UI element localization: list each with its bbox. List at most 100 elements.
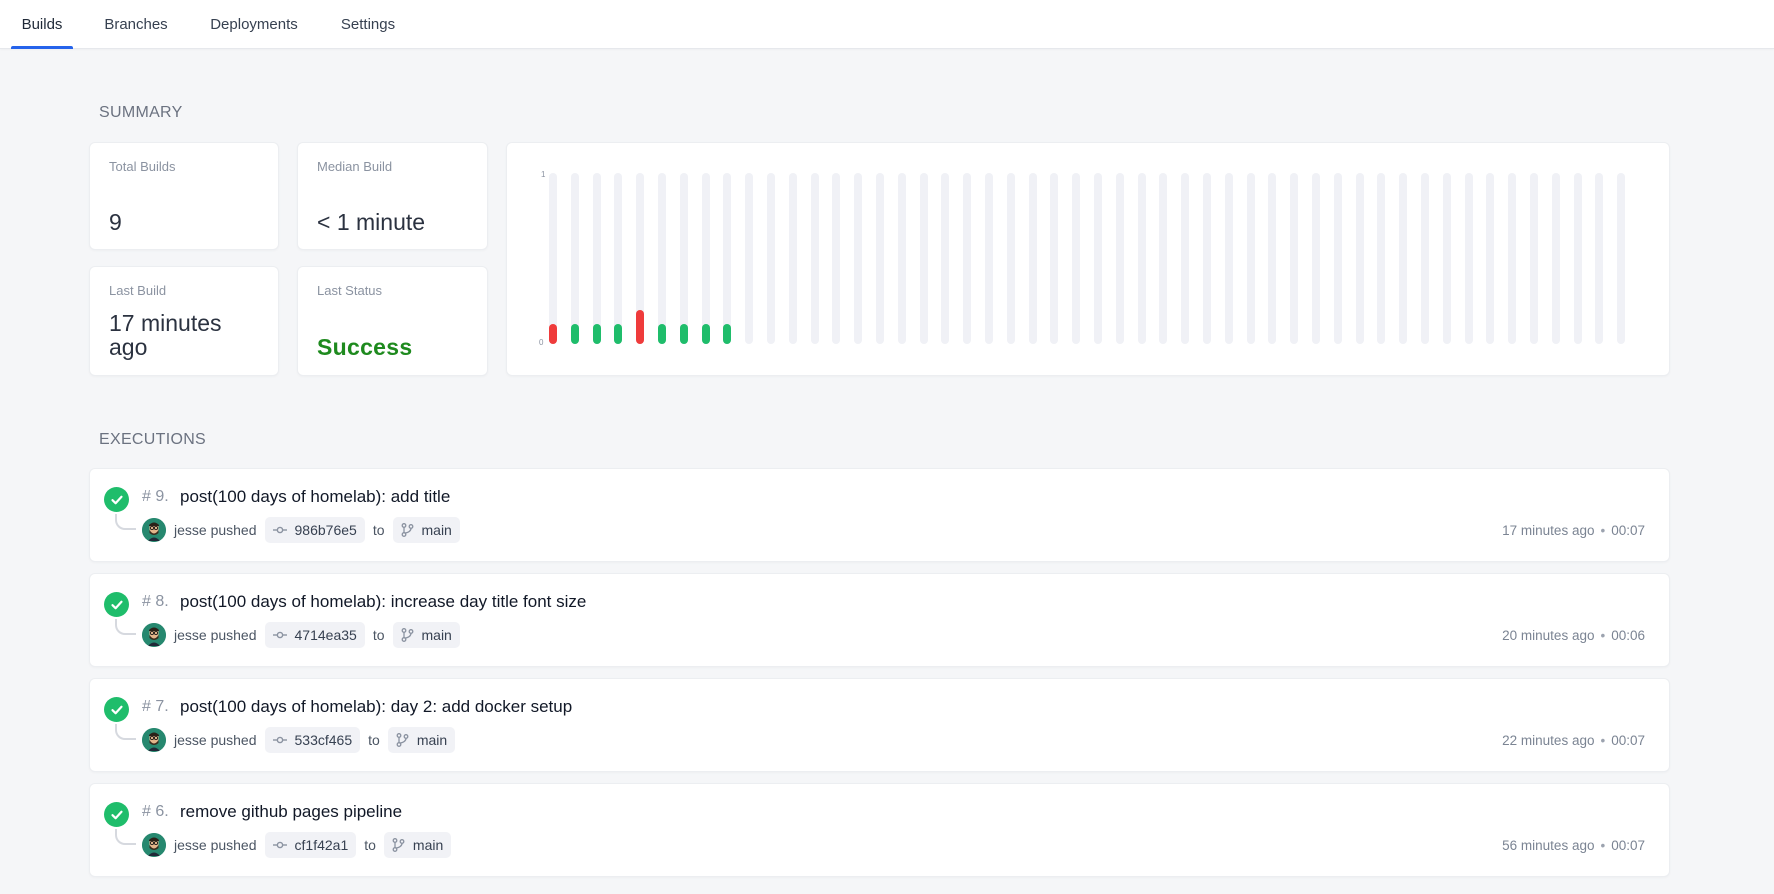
summary-title: SUMMARY bbox=[99, 104, 183, 121]
chart-bar-track bbox=[1006, 173, 1015, 344]
build-bar-success[interactable] bbox=[723, 324, 732, 344]
build-bar-success[interactable] bbox=[570, 324, 579, 344]
execution-number: # 8. bbox=[142, 593, 169, 610]
execution-timing: 56 minutes ago • 00:07 bbox=[1502, 838, 1645, 853]
author-avatar bbox=[142, 728, 166, 752]
separator-dot: • bbox=[1600, 523, 1606, 538]
last-status-card: Last Status Success bbox=[297, 266, 488, 376]
last-build-card: Last Build 17 minutes ago bbox=[89, 266, 279, 376]
build-bar-failure[interactable] bbox=[549, 324, 557, 344]
commit-message[interactable]: post(100 days of homelab): add title bbox=[180, 487, 450, 507]
chart-bar-track bbox=[897, 173, 906, 344]
chart-bar-track bbox=[1137, 173, 1146, 344]
last-status-value: Success bbox=[317, 334, 413, 360]
tab-deployments[interactable]: Deployments bbox=[206, 0, 302, 49]
total-builds-card: Total Builds 9 bbox=[89, 142, 279, 250]
chart-bar-track bbox=[1617, 173, 1626, 344]
chart-bar-track bbox=[1224, 173, 1233, 344]
chart-bar-track bbox=[1290, 173, 1299, 344]
tree-connector bbox=[115, 724, 136, 740]
top-nav: Builds Branches Deployments Settings bbox=[0, 0, 1774, 49]
build-bar-success[interactable] bbox=[614, 324, 623, 344]
commit-pill[interactable]: cf1f42a1 bbox=[264, 832, 357, 858]
tab-branches[interactable]: Branches bbox=[99, 0, 173, 49]
chart-bar-track bbox=[1486, 173, 1495, 344]
branch-pill[interactable]: main bbox=[392, 622, 460, 648]
chart-bar-track bbox=[810, 173, 819, 344]
commit-message[interactable]: post(100 days of homelab): day 2: add do… bbox=[180, 697, 572, 717]
success-check-icon bbox=[104, 697, 129, 722]
total-builds-label: Total Builds bbox=[109, 159, 176, 174]
chart-bar-track bbox=[832, 173, 841, 344]
success-check-icon bbox=[104, 592, 129, 617]
branch-pill[interactable]: main bbox=[383, 832, 452, 858]
tab-builds[interactable]: Builds bbox=[11, 0, 73, 49]
chart-bar-track bbox=[1530, 173, 1538, 344]
separator-dot: • bbox=[1600, 628, 1606, 643]
tree-connector bbox=[115, 514, 136, 530]
chart-bar-track bbox=[1551, 173, 1560, 344]
chart-bar-track bbox=[1442, 173, 1451, 344]
pushed-by: jesse pushed bbox=[174, 732, 257, 748]
commit-message[interactable]: remove github pages pipeline bbox=[180, 802, 402, 822]
chart-bar-track bbox=[679, 173, 688, 344]
execution-row[interactable]: # 7. post(100 days of homelab): day 2: a… bbox=[89, 678, 1670, 772]
commit-pill[interactable]: 986b76e5 bbox=[264, 517, 365, 543]
commit-sha: 4714ea35 bbox=[294, 627, 357, 643]
chart-bar-track bbox=[1115, 173, 1124, 344]
chart-bar-track bbox=[1312, 173, 1320, 344]
last-build-value: 17 minutes ago bbox=[109, 310, 222, 360]
executions-title: EXECUTIONS bbox=[99, 431, 207, 448]
commit-message[interactable]: post(100 days of homelab): increase day … bbox=[180, 592, 586, 612]
execution-duration: 00:07 bbox=[1611, 733, 1645, 748]
execution-timing: 22 minutes ago • 00:07 bbox=[1502, 733, 1645, 748]
commit-icon bbox=[272, 631, 287, 639]
chart-bar-track bbox=[1072, 173, 1081, 344]
execution-time-ago: 56 minutes ago bbox=[1502, 838, 1595, 853]
execution-row[interactable]: # 9. post(100 days of homelab): add titl… bbox=[89, 468, 1670, 562]
tab-settings[interactable]: Settings bbox=[336, 0, 400, 49]
chart-bar-track bbox=[1573, 173, 1582, 344]
chart-bar-track bbox=[1377, 173, 1386, 344]
chart-bar-track bbox=[1508, 173, 1517, 344]
build-bar-success[interactable] bbox=[679, 324, 688, 344]
chart-bar-track bbox=[658, 173, 666, 344]
chart-bar-track bbox=[1203, 173, 1211, 344]
pushed-by: jesse pushed bbox=[174, 522, 257, 538]
chart-bar-track bbox=[1355, 173, 1364, 344]
execution-row[interactable]: # 6. remove github pages pipeline jesse … bbox=[89, 783, 1670, 877]
success-check-icon bbox=[104, 487, 129, 512]
chart-bar-track bbox=[1268, 173, 1277, 344]
build-bar-success[interactable] bbox=[701, 324, 710, 344]
author-avatar bbox=[142, 518, 166, 542]
build-bar-failure[interactable] bbox=[636, 310, 645, 344]
to-label: to bbox=[372, 522, 385, 538]
commit-icon bbox=[272, 841, 287, 849]
total-builds-value: 9 bbox=[109, 209, 122, 235]
commit-icon bbox=[272, 736, 287, 744]
execution-duration: 00:07 bbox=[1611, 838, 1645, 853]
branch-pill[interactable]: main bbox=[387, 727, 456, 753]
median-build-value: < 1 minute bbox=[317, 209, 426, 235]
build-bar-success[interactable] bbox=[592, 324, 601, 344]
build-bar-success[interactable] bbox=[658, 324, 666, 344]
chart-bar-track bbox=[745, 173, 754, 344]
execution-number: # 9. bbox=[142, 488, 169, 505]
execution-row[interactable]: # 8. post(100 days of homelab): increase… bbox=[89, 573, 1670, 667]
chart-bar-track bbox=[1421, 173, 1429, 344]
execution-time-ago: 17 minutes ago bbox=[1502, 523, 1595, 538]
branch-icon bbox=[392, 838, 405, 852]
median-build-card: Median Build < 1 minute bbox=[297, 142, 488, 250]
execution-timing: 17 minutes ago • 00:07 bbox=[1502, 523, 1645, 538]
branch-pill[interactable]: main bbox=[392, 517, 460, 543]
pushed-by: jesse pushed bbox=[174, 627, 257, 643]
tree-connector bbox=[115, 829, 136, 845]
branch-icon bbox=[401, 628, 413, 642]
chart-bar-track bbox=[614, 173, 623, 344]
chart-bar-track bbox=[854, 173, 863, 344]
branch-icon bbox=[396, 733, 409, 747]
median-build-label: Median Build bbox=[317, 159, 393, 174]
commit-pill[interactable]: 4714ea35 bbox=[264, 622, 365, 648]
chart-bar-track bbox=[919, 173, 928, 344]
commit-pill[interactable]: 533cf465 bbox=[264, 727, 361, 753]
